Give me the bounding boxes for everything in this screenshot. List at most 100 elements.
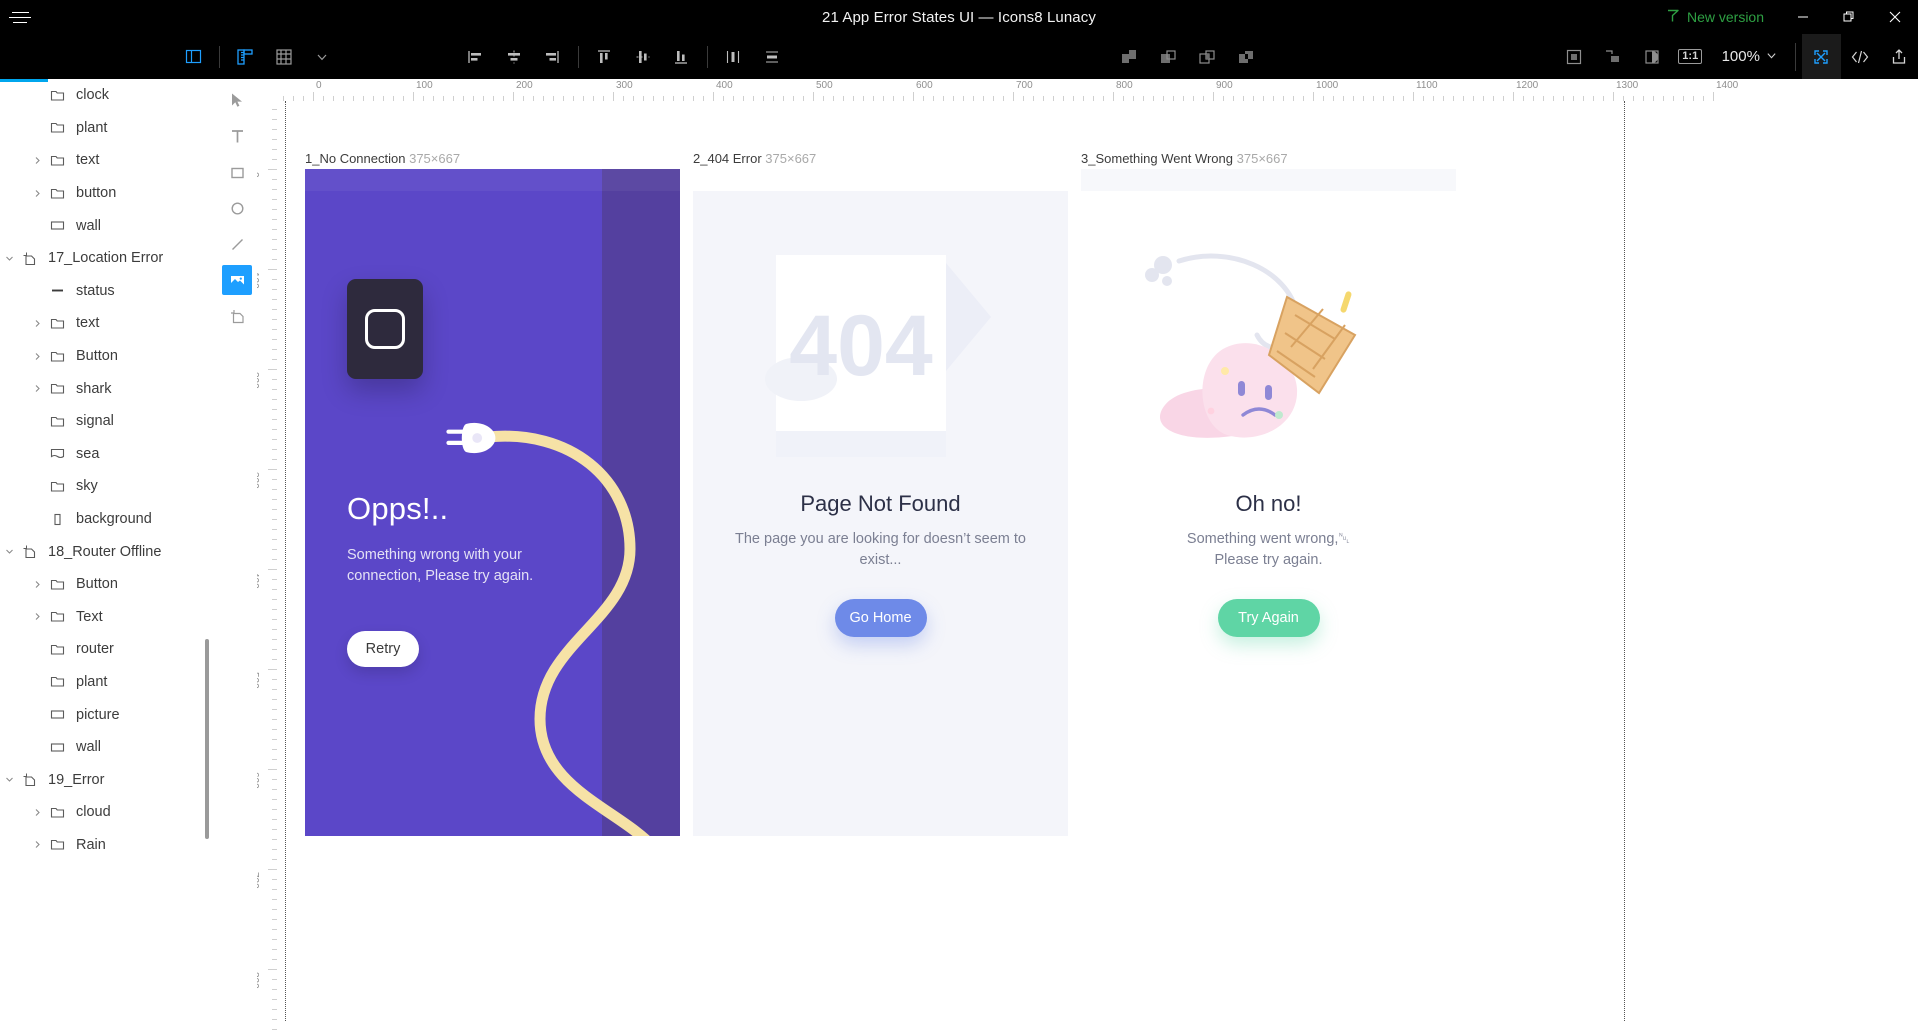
chevron-right-icon[interactable] bbox=[28, 156, 46, 165]
layer-row-19-error[interactable]: 19_Error bbox=[0, 763, 217, 796]
code-icon[interactable] bbox=[1841, 34, 1880, 79]
melting-ice-cream-illustration bbox=[1144, 253, 1356, 438]
layer-row-picture[interactable]: picture bbox=[0, 698, 217, 731]
ruler-tick bbox=[1713, 92, 1714, 101]
chevron-right-icon[interactable] bbox=[28, 840, 46, 849]
artboard-1-heading: Opps!.. bbox=[347, 491, 449, 526]
difference-icon[interactable] bbox=[1226, 34, 1265, 79]
align-middle-vertical-icon[interactable] bbox=[623, 34, 662, 79]
chevron-down-icon[interactable] bbox=[0, 775, 18, 784]
layer-row-wall[interactable]: wall bbox=[0, 209, 217, 242]
layer-row-text[interactable]: Text bbox=[0, 601, 217, 634]
align-right-icon[interactable] bbox=[533, 34, 572, 79]
distribute-vertical-icon[interactable] bbox=[752, 34, 791, 79]
layer-row-button[interactable]: Button bbox=[0, 568, 217, 601]
artboard-2-404-error[interactable]: 404 Page Not Found The page you are look… bbox=[693, 169, 1068, 836]
distribute-horizontal-icon[interactable] bbox=[714, 34, 753, 79]
artboard-label-3[interactable]: 3_Something Went Wrong 375×667 bbox=[1081, 151, 1288, 166]
ruler-tick bbox=[1313, 92, 1314, 101]
layer-row-router[interactable]: router bbox=[0, 633, 217, 666]
contrast-icon[interactable] bbox=[1632, 34, 1671, 79]
layer-row-text[interactable]: text bbox=[0, 144, 217, 177]
layer-label: router bbox=[76, 641, 114, 658]
layer-row-button[interactable]: button bbox=[0, 177, 217, 210]
chevron-right-icon[interactable] bbox=[28, 580, 46, 589]
ruler-tick bbox=[268, 969, 277, 970]
layer-label: clock bbox=[76, 87, 110, 104]
horizontal-ruler[interactable]: 0 100 200 300 400 500 600 700 800 900 1000 1100 1200… bbox=[277, 79, 1918, 101]
chevron-down-icon[interactable] bbox=[0, 254, 18, 263]
vertical-ruler[interactable]: 0 100 200 300 400 500 600 700 800 bbox=[257, 101, 277, 1033]
close-button[interactable] bbox=[1872, 0, 1918, 34]
layer-row-shark[interactable]: shark bbox=[0, 372, 217, 405]
chevron-right-icon[interactable] bbox=[28, 319, 46, 328]
fit-to-screen-icon[interactable] bbox=[1801, 34, 1841, 79]
layer-row-text[interactable]: text bbox=[0, 307, 217, 340]
artboard-1-no-connection[interactable]: Opps!.. Something wrong with your connec… bbox=[305, 169, 680, 836]
artboard-3-something-went-wrong[interactable]: Oh no! Something went wrong,␀ Please try… bbox=[1081, 169, 1456, 836]
grid-options-chevron-down-icon[interactable] bbox=[303, 34, 342, 79]
layer-row-plant[interactable]: plant bbox=[0, 112, 217, 145]
ruler-label: 300 bbox=[616, 80, 633, 91]
layer-row-wall[interactable]: wall bbox=[0, 731, 217, 764]
layers-scrollbar[interactable] bbox=[205, 639, 209, 839]
image-tool[interactable] bbox=[222, 265, 252, 295]
select-tool[interactable] bbox=[222, 85, 252, 115]
grid-icon[interactable] bbox=[264, 34, 303, 79]
scale-one-to-one-icon[interactable]: 1:1 bbox=[1671, 34, 1710, 79]
artboard-2-go-home-button[interactable]: Go Home bbox=[834, 599, 927, 637]
align-bottom-icon[interactable] bbox=[662, 34, 701, 79]
ruler-corner bbox=[257, 79, 277, 101]
canvas[interactable]: 0 100 200 300 400 500 600 700 800 900 1000 1100 1200… bbox=[257, 79, 1918, 1033]
layer-label: text bbox=[76, 152, 100, 169]
chevron-down-icon[interactable] bbox=[0, 547, 18, 556]
artboard-3-try-again-button[interactable]: Try Again bbox=[1217, 599, 1320, 637]
layer-row-17-location-error[interactable]: 17_Location Error bbox=[0, 242, 217, 275]
export-icon[interactable] bbox=[1879, 34, 1918, 79]
artboard-2-body: The page you are looking for doesn’t see… bbox=[735, 531, 1026, 568]
rectangle-tool[interactable] bbox=[222, 157, 252, 187]
align-top-icon[interactable] bbox=[585, 34, 624, 79]
layer-row-18-router-offline[interactable]: 18_Router Offline bbox=[0, 535, 217, 568]
chevron-right-icon[interactable] bbox=[28, 189, 46, 198]
chevron-right-icon[interactable] bbox=[28, 384, 46, 393]
chevron-right-icon[interactable] bbox=[28, 808, 46, 817]
layer-row-status[interactable]: status bbox=[0, 275, 217, 308]
artboard-1-retry-button[interactable]: Retry bbox=[347, 631, 419, 667]
new-version-button[interactable]: New version bbox=[1650, 0, 1780, 34]
layer-row-sky[interactable]: sky bbox=[0, 470, 217, 503]
minimize-button[interactable] bbox=[1780, 0, 1826, 34]
artboard-label-1[interactable]: 1_No Connection 375×667 bbox=[305, 151, 460, 166]
text-tool[interactable] bbox=[222, 121, 252, 151]
align-center-horizontal-icon[interactable] bbox=[494, 34, 533, 79]
layer-row-plant[interactable]: plant bbox=[0, 666, 217, 699]
chevron-right-icon[interactable] bbox=[28, 352, 46, 361]
ruler-tick bbox=[1213, 92, 1214, 101]
artboard-label-2[interactable]: 2_404 Error 375×667 bbox=[693, 151, 816, 166]
align-left-icon[interactable] bbox=[456, 34, 495, 79]
hamburger-menu-icon[interactable] bbox=[0, 0, 40, 34]
layer-row-signal[interactable]: signal bbox=[0, 405, 217, 438]
artboard-area[interactable]: 1_No Connection 375×667 Opps!.. Somethin bbox=[277, 101, 1918, 1033]
zoom-control[interactable]: 100% bbox=[1710, 34, 1789, 79]
layer-row-cloud[interactable]: cloud bbox=[0, 796, 217, 829]
layer-row-sea[interactable]: sea bbox=[0, 438, 217, 471]
mask-icon[interactable] bbox=[1555, 34, 1594, 79]
ruler-icon[interactable] bbox=[226, 34, 265, 79]
layer-row-rain[interactable]: Rain bbox=[0, 829, 217, 862]
layer-row-button[interactable]: Button bbox=[0, 340, 217, 373]
subtract-icon[interactable] bbox=[1149, 34, 1188, 79]
layer-row-clock[interactable]: clock bbox=[0, 79, 217, 112]
toggle-left-panel-icon[interactable] bbox=[174, 34, 213, 79]
line-tool[interactable] bbox=[222, 229, 252, 259]
ellipse-tool[interactable] bbox=[222, 193, 252, 223]
chevron-right-icon[interactable] bbox=[28, 612, 46, 621]
artboard-tool[interactable] bbox=[222, 301, 252, 331]
intersect-icon[interactable] bbox=[1188, 34, 1227, 79]
union-icon[interactable] bbox=[1110, 34, 1149, 79]
layer-row-background[interactable]: background bbox=[0, 503, 217, 536]
restore-button[interactable] bbox=[1826, 0, 1872, 34]
symbol-icon[interactable] bbox=[1594, 34, 1633, 79]
layer-list[interactable]: clock plant text button wall 17_Location Erro… bbox=[0, 79, 217, 861]
phone-graphic bbox=[347, 279, 423, 379]
